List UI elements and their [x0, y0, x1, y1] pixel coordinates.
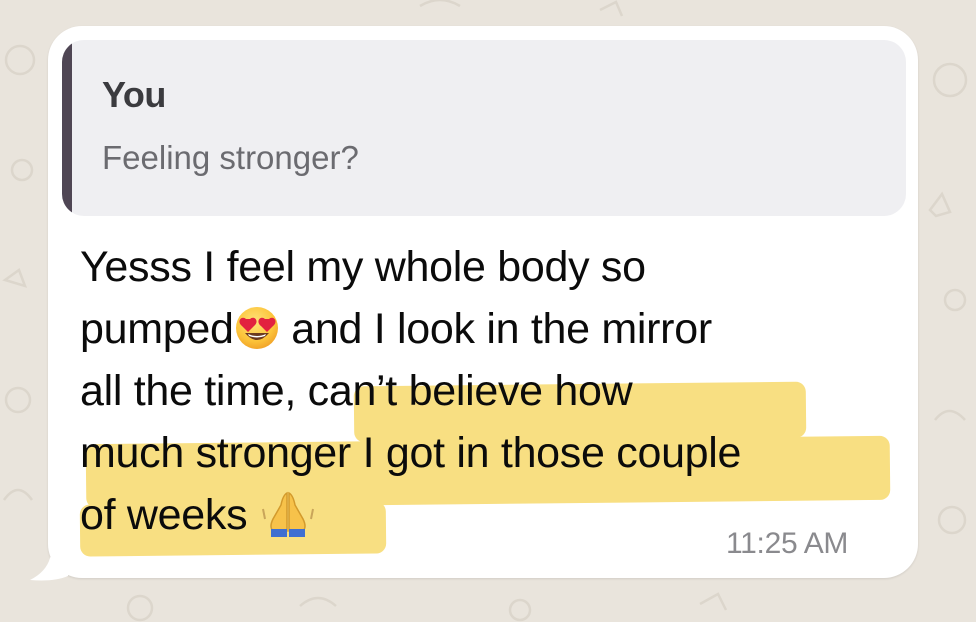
message-line: pumped and I look in the mirror — [80, 298, 712, 360]
message-line: much stronger I got in those couple — [80, 422, 741, 484]
message-bubble-tail — [28, 540, 68, 582]
quoted-message[interactable]: You Feeling stronger? — [62, 40, 906, 216]
folded-hands-emoji — [259, 489, 317, 537]
highlighted-text: much stronger I got in those couple — [80, 429, 742, 477]
quote-accent-bar — [62, 40, 72, 216]
message-line-text: all the time, — [80, 367, 308, 415]
highlighted-text: can’t believe how — [307, 367, 633, 415]
message-line-text: Yesss I feel my whole body so — [80, 243, 646, 291]
heart-eyes-emoji — [234, 305, 280, 351]
message-line-text: and I look in the mirror — [279, 305, 712, 353]
message-line-text: pumped — [80, 305, 234, 353]
highlighted-text: of weeks — [80, 491, 259, 539]
message-line: all the time, can’t believe how — [80, 360, 633, 422]
quoted-author: You — [102, 74, 166, 115]
quoted-text: Feeling stronger? — [102, 139, 359, 176]
message-line: Yesss I feel my whole body so — [80, 236, 646, 298]
message-timestamp: 11:25 AM — [726, 527, 849, 560]
message-line: of weeks — [80, 484, 317, 546]
